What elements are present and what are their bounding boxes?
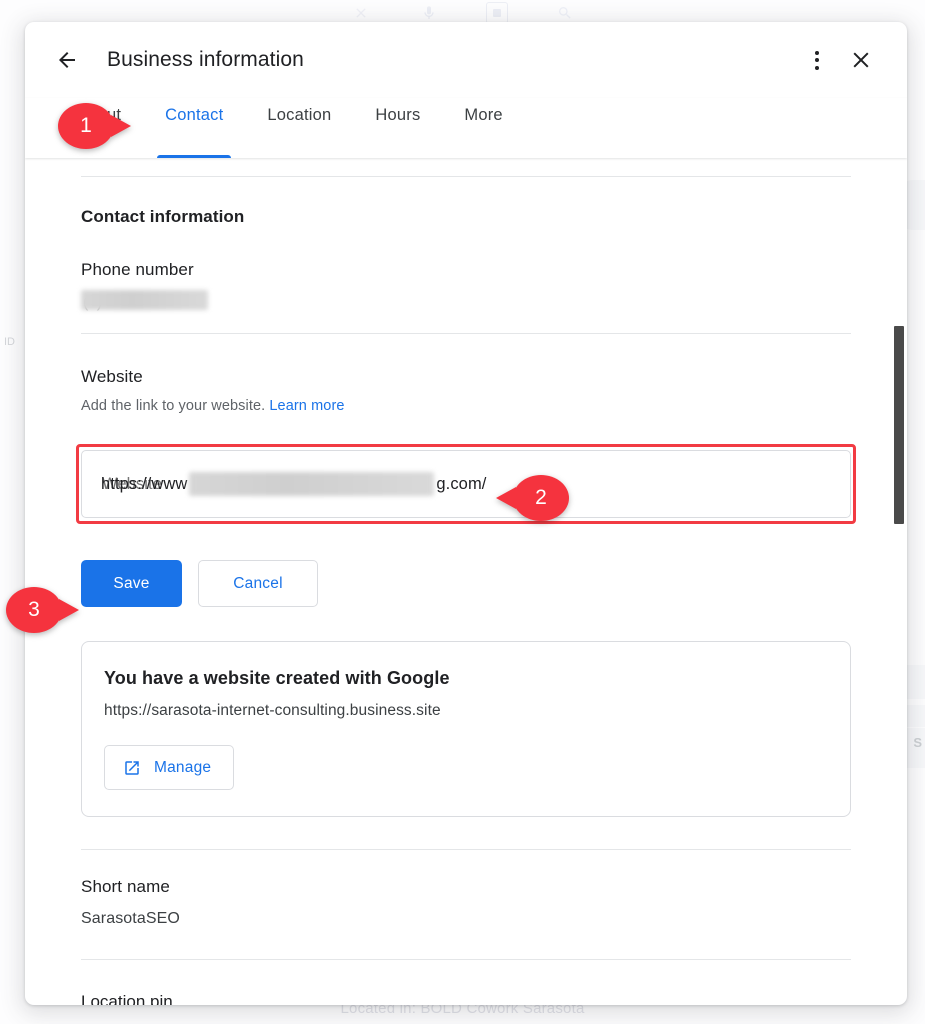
background-mark: ID xyxy=(4,336,15,348)
redaction-overlay xyxy=(81,290,208,310)
search-icon xyxy=(554,2,576,24)
learn-more-link[interactable]: Learn more xyxy=(269,398,344,414)
phone-number-label: Phone number xyxy=(81,260,194,279)
manage-button-label: Manage xyxy=(154,758,212,776)
google-website-card: You have a website created with Google h… xyxy=(81,641,851,817)
phone-number-value[interactable]: ( ) - xyxy=(81,290,851,316)
tab-bar: About Contact Location Hours More xyxy=(25,98,907,158)
tab-hours[interactable]: Hours xyxy=(353,98,442,158)
open-in-new-icon xyxy=(123,759,141,777)
divider xyxy=(81,959,851,960)
google-website-card-url: https://sarasota-internet-consulting.bus… xyxy=(104,702,441,719)
section-title-contact-information: Contact information xyxy=(81,207,245,226)
close-icon[interactable] xyxy=(839,38,883,82)
tab-about[interactable]: About xyxy=(55,98,143,158)
website-url-input[interactable] xyxy=(81,450,851,518)
contact-content: Contact information Phone number ( ) - W… xyxy=(55,176,877,1005)
short-name-label: Short name xyxy=(81,877,170,896)
next-section-label: Location pin xyxy=(81,992,173,1005)
dialog-header: Business information xyxy=(25,22,907,98)
website-description: Add the link to your website. Learn more xyxy=(81,398,851,414)
google-website-card-title: You have a website created with Google xyxy=(104,668,450,688)
tab-location[interactable]: Location xyxy=(245,98,353,158)
short-name-value[interactable]: SarasotaSEO xyxy=(81,910,851,928)
manage-button[interactable]: Manage xyxy=(104,745,235,790)
page-title: Business information xyxy=(107,48,304,71)
tab-contact[interactable]: Contact xyxy=(143,98,245,158)
scrollbar-thumb[interactable] xyxy=(894,326,904,524)
divider xyxy=(81,333,851,334)
camera-icon xyxy=(485,2,508,24)
microphone-icon xyxy=(418,2,440,24)
divider xyxy=(81,849,851,850)
close-icon xyxy=(350,2,372,24)
website-url-field-wrapper: https://www g.com/ xyxy=(76,444,856,524)
more-vert-icon[interactable] xyxy=(795,38,839,82)
scrollbar-track[interactable] xyxy=(894,158,905,1005)
tab-more[interactable]: More xyxy=(442,98,524,158)
arrow-back-icon[interactable] xyxy=(45,38,89,82)
business-information-dialog: Business information About Contact Locat… xyxy=(25,22,907,1005)
background-side-letter: S xyxy=(913,735,922,750)
divider xyxy=(81,176,851,177)
website-description-text: Add the link to your website. xyxy=(81,398,266,414)
form-action-row: Save Cancel xyxy=(81,560,851,607)
dialog-scroll-body: Contact information Phone number ( ) - W… xyxy=(25,158,907,1005)
cancel-button[interactable]: Cancel xyxy=(198,560,318,607)
save-button[interactable]: Save xyxy=(81,560,182,607)
website-label: Website xyxy=(81,367,143,386)
